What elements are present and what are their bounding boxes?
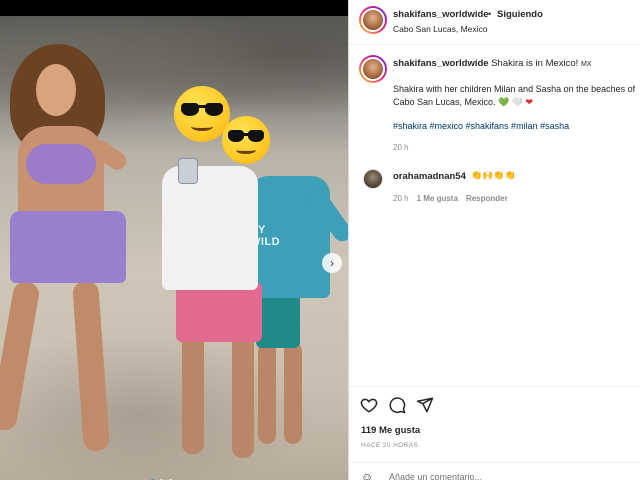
caption-avatar[interactable] [359,55,387,83]
phone-in-hand [178,158,198,184]
post-location[interactable]: Cabo San Lucas, Mexico [393,24,488,34]
boy-white-leg-right [232,334,254,458]
heart-icon[interactable] [360,396,378,414]
comment-icon[interactable] [388,396,406,414]
actions-divider [349,386,640,387]
mexico-flag-icon: MX [580,61,592,68]
post-header: shakifans_worldwide • Siguiendo Cabo San… [349,0,640,45]
red-heart-icon: ❤ [525,97,534,107]
commenter-avatar[interactable] [363,169,383,189]
likes-count[interactable]: 119 Me gusta [361,425,420,436]
comment-timestamp: 20 h [393,194,409,203]
comment-likes[interactable]: 1 Me gusta [417,194,458,203]
woman-face [36,64,76,116]
reply-button[interactable]: Responder [466,194,508,203]
avatar[interactable] [359,6,387,34]
boy-white-leg-left [182,334,204,454]
caption-headline: shakifans_worldwide Shakira is in Mexico… [393,58,591,69]
sunglasses-emoji-icon [174,86,230,142]
post-age: HACE 20 HORAS [361,442,419,449]
sunglasses-emoji-icon [222,116,270,164]
caption-title: Shakira is in Mexico! [491,58,579,69]
emoji-icon[interactable]: ☺ [361,470,373,480]
green-heart-icon: 💚 [498,97,510,107]
comment-text: 👏🙌👏👏 [471,170,516,180]
boy-pink-shorts [176,282,262,342]
post-photo[interactable]: RYWILD › [0,16,348,480]
add-comment-input[interactable] [389,472,589,480]
comment-username[interactable]: orahamadnan54 [393,171,466,182]
boy-white-shirt [162,166,258,290]
comment-divider [349,462,640,463]
post-sidebar: shakifans_worldwide • Siguiendo Cabo San… [348,0,640,480]
woman-purple-skirt [10,211,126,283]
post-username[interactable]: shakifans_worldwide [393,9,489,20]
comment-meta: 20 h 1 Me gusta Responder [393,194,508,203]
caption-username[interactable]: shakifans_worldwide [393,58,489,69]
separator-dot: • [488,9,492,19]
boy-blue-leg-right [284,342,302,444]
share-icon[interactable] [416,396,434,414]
caption-hearts: 💚 🤍 ❤ [498,97,533,107]
following-button[interactable]: Siguiendo [497,9,543,20]
white-heart-icon: 🤍 [511,97,524,107]
boy-blue-shorts [256,294,300,348]
caption-timestamp: 20 h [393,143,409,152]
boy-blue-leg-left [258,342,276,444]
chevron-right-icon[interactable]: › [322,253,342,273]
caption-hashtags[interactable]: #shakira #mexico #shakifans #milan #sash… [393,121,569,131]
caption-body: Shakira with her children Milan and Sash… [393,83,640,109]
woman-purple-top [26,144,96,184]
